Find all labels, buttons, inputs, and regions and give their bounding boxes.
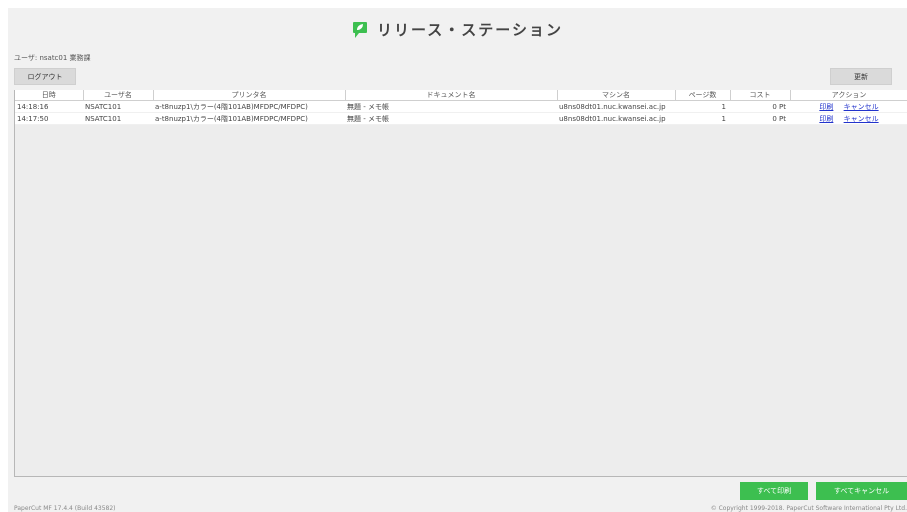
column-header-cost[interactable]: コスト [730,90,791,101]
column-header-time[interactable]: 日時 [15,90,84,101]
cancel-job-link[interactable]: キャンセル [844,115,879,123]
table-header-row: 日時 ユーザ名 プリンタ名 ドキュメント名 マシン名 ページ数 コスト アクショ… [15,90,907,101]
print-job-link[interactable]: 印刷 [819,103,833,111]
cell-printer: a-t8nuzp1\カラー(4階101AB)MFDPC/MFDPC) [153,112,345,125]
header-bar: リリース・ステーション [8,8,907,51]
cell-time: 14:18:16 [15,100,83,113]
column-header-user[interactable]: ユーザ名 [83,90,154,101]
release-station-panel: ユーザ: nsatc01 業務課 ログアウト 更新 日時 ユーザ名 プリンタ名 … [8,50,907,512]
cancel-job-link[interactable]: キャンセル [844,103,879,111]
brand: リリース・ステーション [8,19,907,40]
logout-button[interactable]: ログアウト [14,68,76,85]
copyright-text: © Copyright 1999-2018. PaperCut Software… [710,505,907,512]
page-title: リリース・ステーション [377,21,563,39]
column-header-action: アクション [790,90,907,101]
print-job-link[interactable]: 印刷 [819,115,833,123]
cell-machine: u8ns08dt01.nuc.kwansei.ac.jp [557,100,675,113]
job-table: 日時 ユーザ名 プリンタ名 ドキュメント名 マシン名 ページ数 コスト アクショ… [15,90,907,125]
user-info: ユーザ: nsatc01 業務課 [14,54,91,62]
cell-user: NSATC101 [83,112,153,125]
cell-pages: 1 [675,112,730,125]
cell-actions: 印刷 キャンセル [790,100,907,113]
column-header-pages[interactable]: ページ数 [675,90,731,101]
cell-pages: 1 [675,100,730,113]
cell-time: 14:17:50 [15,112,83,125]
refresh-button[interactable]: 更新 [830,68,892,85]
table-row[interactable]: 14:18:16 NSATC101 a-t8nuzp1\カラー(4階101AB)… [15,100,907,113]
print-all-button[interactable]: すべて印刷 [740,482,808,500]
table-row[interactable]: 14:17:50 NSATC101 a-t8nuzp1\カラー(4階101AB)… [15,112,907,125]
job-table-container[interactable]: 日時 ユーザ名 プリンタ名 ドキュメント名 マシン名 ページ数 コスト アクショ… [14,90,907,477]
cell-document: 無題 - メモ帳 [345,100,557,113]
column-header-printer[interactable]: プリンタ名 [153,90,346,101]
cell-cost: 0 Pt [730,112,790,125]
cell-machine: u8ns08dt01.nuc.kwansei.ac.jp [557,112,675,125]
version-text: PaperCut MF 17.4.4 (Build 43582) [14,505,116,512]
column-header-machine[interactable]: マシン名 [557,90,676,101]
papercut-leaf-logo-icon [352,21,368,39]
cell-actions: 印刷 キャンセル [790,112,907,125]
cell-cost: 0 Pt [730,100,790,113]
cancel-all-button[interactable]: すべてキャンセル [816,482,907,500]
cell-user: NSATC101 [83,100,153,113]
column-header-document[interactable]: ドキュメント名 [345,90,558,101]
cell-printer: a-t8nuzp1\カラー(4階101AB)MFDPC/MFDPC) [153,100,345,113]
cell-document: 無題 - メモ帳 [345,112,557,125]
